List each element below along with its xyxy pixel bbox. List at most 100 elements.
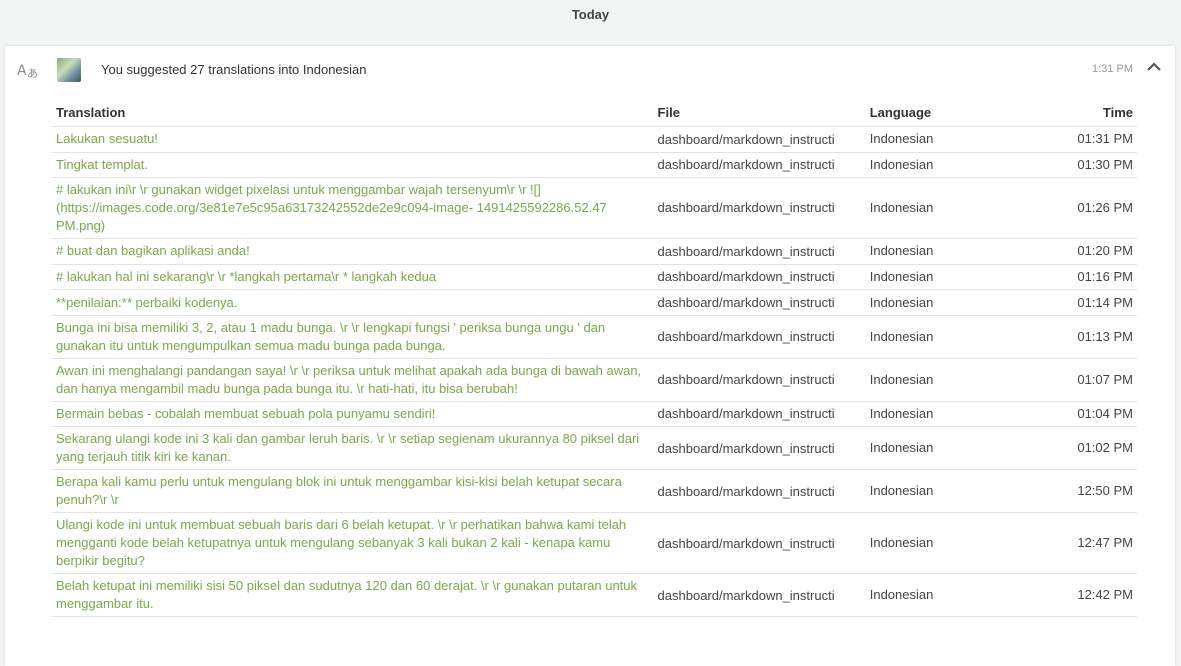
table-row: Bermain bebas - cobalah membuat sebuah p… (52, 401, 1137, 428)
table-row: Tingkat templat. dashboard/markdown_instr… (52, 152, 1137, 179)
file-path: dashboard/markdown_instructi (657, 406, 835, 422)
translate-icon: A あ (17, 60, 39, 80)
time-cell: 01:20 PM (1026, 238, 1137, 265)
translation-cell: Ulangi kode ini untuk membuat sebuah bar… (52, 512, 654, 575)
translations-table: Translation File Language Time Lakukan s… (52, 98, 1137, 618)
translation-link[interactable]: Bermain bebas - cobalah membuat sebuah p… (56, 406, 435, 421)
column-header-language: Language (865, 98, 1027, 127)
file-cell: dashboard/markdown_instructi (653, 126, 866, 153)
time-cell: 01:16 PM (1026, 264, 1137, 291)
translation-link[interactable]: Belah ketupat ini memiliki sisi 50 pikse… (56, 578, 637, 611)
translation-link[interactable]: Bunga ini bisa memiliki 3, 2, atau 1 mad… (56, 320, 605, 353)
translation-cell: # lakukan hal ini sekarang\r \r *langkah… (52, 264, 654, 291)
file-path: dashboard/markdown_instructi (657, 269, 835, 285)
language-cell: Indonesian (865, 512, 1027, 575)
file-cell: dashboard/markdown_instructi (653, 315, 866, 359)
translation-link[interactable]: # lakukan ini\r \r gunakan widget pixela… (56, 182, 607, 233)
file-path: dashboard/markdown_instructi (657, 243, 835, 259)
time-cell: 12:42 PM (1026, 573, 1137, 618)
translation-link[interactable]: # lakukan hal ini sekarang\r \r *langkah… (56, 269, 436, 284)
file-cell: dashboard/markdown_instructi (653, 401, 866, 428)
svg-text:A: A (17, 63, 27, 79)
time-cell: 01:31 PM (1026, 126, 1137, 153)
time-cell: 01:13 PM (1026, 315, 1137, 359)
time-cell: 01:07 PM (1026, 358, 1137, 402)
file-cell: dashboard/markdown_instructi (653, 177, 866, 240)
time-cell: 01:04 PM (1026, 401, 1137, 428)
language-cell: Indonesian (865, 426, 1027, 471)
file-cell: dashboard/markdown_instructi (653, 358, 866, 402)
column-header-translation: Translation (52, 98, 654, 127)
file-cell: dashboard/markdown_instructi (653, 152, 866, 179)
language-cell: Indonesian (865, 469, 1027, 514)
language-cell: Indonesian (865, 315, 1027, 359)
table-row: Awan ini menghalangi pandangan saya! \r … (52, 358, 1137, 402)
time-cell: 01:30 PM (1026, 152, 1137, 179)
language-cell: Indonesian (865, 264, 1027, 291)
file-cell: dashboard/markdown_instructi (653, 264, 866, 291)
translation-link[interactable]: Berapa kali kamu perlu untuk mengulang b… (56, 474, 622, 507)
translation-link[interactable]: # buat dan bagikan aplikasi anda! (56, 243, 250, 258)
language-cell: Indonesian (865, 238, 1027, 265)
chevron-up-icon[interactable] (1145, 59, 1163, 77)
language-cell: Indonesian (865, 401, 1027, 428)
translation-cell: # buat dan bagikan aplikasi anda! (52, 238, 654, 265)
translation-link[interactable]: **penilaian:** perbaiki kodenya. (56, 295, 237, 310)
file-path: dashboard/markdown_instructi (657, 440, 835, 456)
translation-link[interactable]: Awan ini menghalangi pandangan saya! \r … (56, 363, 641, 396)
activity-header: A あ You suggested 27 translations into I… (5, 46, 1175, 94)
table-header-row: Translation File Language Time (52, 98, 1137, 127)
file-path: dashboard/markdown_instructi (657, 535, 835, 551)
table-row: Bunga ini bisa memiliki 3, 2, atau 1 mad… (52, 315, 1137, 359)
column-header-file: File (653, 98, 866, 127)
language-cell: Indonesian (865, 358, 1027, 402)
table-row: Sekarang ulangi kode ini 3 kali dan gamb… (52, 426, 1137, 471)
activity-card: A あ You suggested 27 translations into I… (5, 46, 1175, 666)
column-header-time: Time (1026, 98, 1137, 127)
file-cell: dashboard/markdown_instructi (653, 469, 866, 514)
time-cell: 01:14 PM (1026, 289, 1137, 316)
activity-summary: You suggested 27 translations into Indon… (101, 62, 367, 77)
file-cell: dashboard/markdown_instructi (653, 573, 866, 618)
translation-cell: Sekarang ulangi kode ini 3 kali dan gamb… (52, 426, 654, 471)
file-path: dashboard/markdown_instructi (657, 372, 835, 388)
table-row: Lakukan sesuatu! dashboard/markdown_instr… (52, 126, 1137, 153)
translation-link[interactable]: Sekarang ulangi kode ini 3 kali dan gamb… (56, 431, 639, 464)
translation-cell: Bermain bebas - cobalah membuat sebuah p… (52, 401, 654, 428)
translation-cell: # lakukan ini\r \r gunakan widget pixela… (52, 177, 654, 240)
file-cell: dashboard/markdown_instructi (653, 426, 866, 471)
table-row: # lakukan hal ini sekarang\r \r *langkah… (52, 264, 1137, 291)
language-cell: Indonesian (865, 126, 1027, 153)
table-row: # buat dan bagikan aplikasi anda! dashboa… (52, 238, 1137, 265)
language-cell: Indonesian (865, 573, 1027, 618)
table-row: Ulangi kode ini untuk membuat sebuah bar… (52, 512, 1137, 575)
day-header: Today (571, 7, 610, 22)
file-path: dashboard/markdown_instructi (657, 131, 835, 147)
translation-link[interactable]: Lakukan sesuatu! (56, 131, 158, 146)
translation-cell: Awan ini menghalangi pandangan saya! \r … (52, 358, 654, 402)
language-cell: Indonesian (865, 152, 1027, 179)
translation-cell: Bunga ini bisa memiliki 3, 2, atau 1 mad… (52, 315, 654, 359)
translation-cell: Tingkat templat. (52, 152, 654, 179)
translation-link[interactable]: Tingkat templat. (56, 157, 148, 172)
table-row: **penilaian:** perbaiki kodenya. dashboar… (52, 289, 1137, 316)
activity-time: 1:31 PM (1092, 63, 1133, 75)
translation-cell: Berapa kali kamu perlu untuk mengulang b… (52, 469, 654, 514)
language-cell: Indonesian (865, 177, 1027, 240)
time-cell: 01:26 PM (1026, 177, 1137, 240)
time-cell: 01:02 PM (1026, 426, 1137, 471)
file-path: dashboard/markdown_instructi (657, 483, 835, 499)
language-cell: Indonesian (865, 289, 1027, 316)
file-cell: dashboard/markdown_instructi (653, 289, 866, 316)
avatar (57, 58, 81, 82)
table-row: Belah ketupat ini memiliki sisi 50 pikse… (52, 573, 1137, 618)
file-path: dashboard/markdown_instructi (657, 587, 835, 603)
file-cell: dashboard/markdown_instructi (653, 238, 866, 265)
file-path: dashboard/markdown_instructi (657, 157, 835, 173)
svg-text:あ: あ (27, 67, 38, 80)
file-cell: dashboard/markdown_instructi (653, 512, 866, 575)
translation-link[interactable]: Ulangi kode ini untuk membuat sebuah bar… (56, 517, 626, 568)
time-cell: 12:47 PM (1026, 512, 1137, 575)
translation-cell: **penilaian:** perbaiki kodenya. (52, 289, 654, 316)
translation-cell: Lakukan sesuatu! (52, 126, 654, 153)
